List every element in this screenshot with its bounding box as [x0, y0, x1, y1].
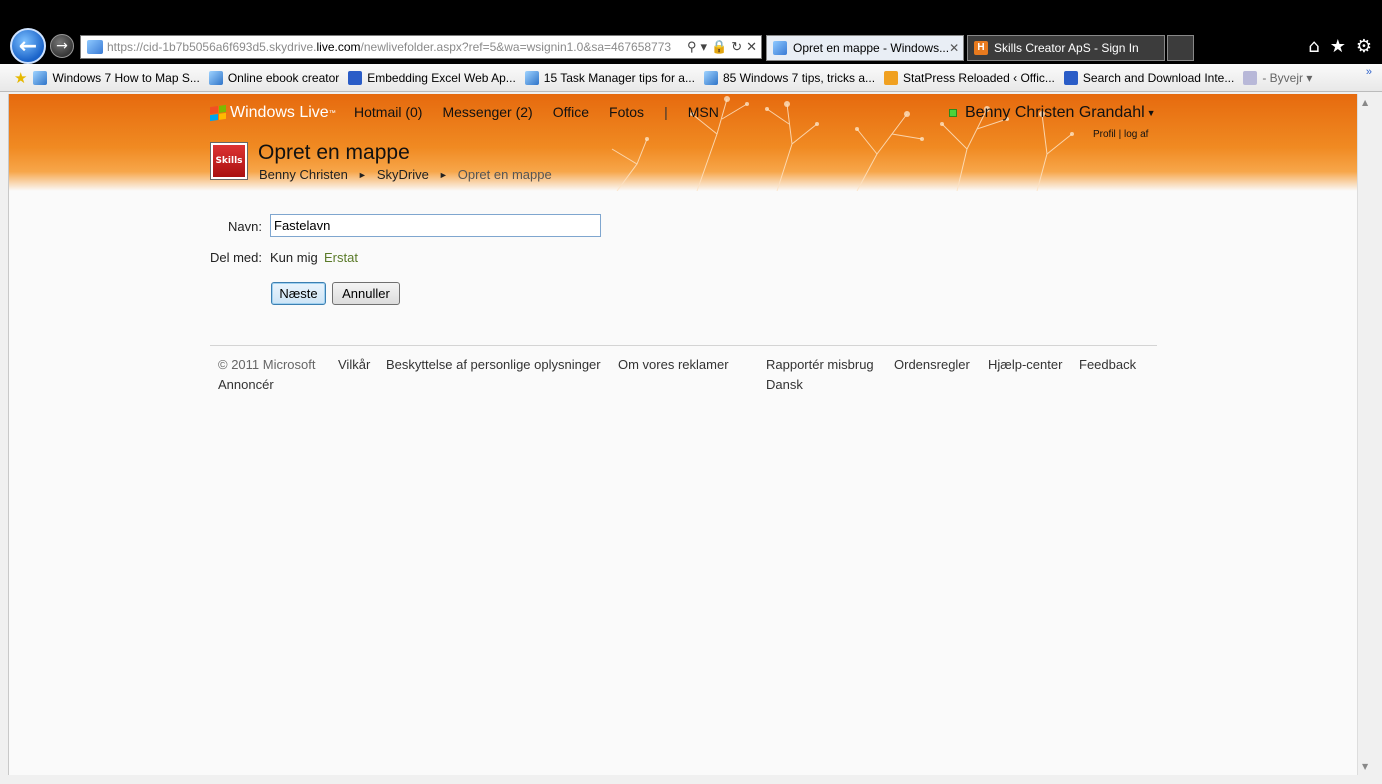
favorite-item[interactable]: Windows 7 How to Map S... — [33, 70, 200, 85]
ie-page-icon — [524, 70, 539, 85]
nav-office[interactable]: Office — [553, 104, 589, 120]
footer-link-terms[interactable]: Vilkår — [338, 357, 370, 372]
browser-titlebar: ← → https:// cid-1b7b5056a6f693d5.skydri… — [0, 0, 1382, 64]
ie-page-icon — [703, 70, 718, 85]
footer-divider — [210, 345, 1157, 346]
page-title: Opret en mappe — [258, 141, 410, 164]
favorite-item[interactable]: 85 Windows 7 tips, tricks a... — [703, 70, 875, 85]
stop-icon[interactable]: ✕ — [746, 39, 757, 55]
url-path: /newlivefolder.aspx?ref=5&wa=wsignin1.0&… — [360, 40, 672, 54]
windows-live-logo[interactable]: Windows Live ™ — [210, 104, 336, 122]
link-separator: | — [1118, 129, 1122, 140]
breadcrumb-current: Opret en mappe — [457, 167, 552, 182]
favorite-item[interactable]: - Byvejr ▾ — [1243, 70, 1313, 85]
footer-link-report-abuse[interactable]: Rapportér misbrug — [766, 357, 874, 372]
windows-live-header: Windows Live ™ Hotmail (0) Messenger (2) … — [9, 94, 1357, 191]
footer-link-help-center[interactable]: Hjælp-center — [988, 357, 1062, 372]
nav-msn[interactable]: MSN — [688, 104, 719, 120]
folder-name-input[interactable] — [270, 214, 601, 237]
search-icon[interactable]: ⚲ — [687, 39, 697, 55]
folder-thumbnail: Skills — [210, 142, 248, 180]
top-navigation: Hotmail (0) Messenger (2) Office Fotos |… — [354, 104, 719, 120]
new-tab-button[interactable] — [1167, 35, 1194, 61]
scroll-up-arrow-icon[interactable]: ▲ — [1362, 98, 1368, 107]
cancel-button[interactable]: Annuller — [332, 282, 400, 305]
profile-link[interactable]: Profil — [1093, 129, 1116, 140]
breadcrumb: Benny Christen ► SkyDrive ► Opret en map… — [259, 167, 552, 183]
favorite-item[interactable]: Online ebook creator — [208, 70, 339, 85]
breadcrumb-user[interactable]: Benny Christen — [259, 167, 348, 183]
tab-title: Skills Creator ApS - Sign In — [994, 41, 1139, 55]
address-bar[interactable]: https:// cid-1b7b5056a6f693d5.skydrive. … — [80, 35, 762, 59]
user-menu[interactable]: Benny Christen Grandahl ▼ — [949, 104, 1156, 122]
tab-title: Opret en mappe - Windows... — [793, 41, 950, 55]
site-favicon-icon — [87, 40, 103, 54]
next-button[interactable]: Næste — [271, 282, 326, 305]
refresh-icon[interactable]: ↻ — [731, 39, 742, 55]
favorite-item[interactable]: Embedding Excel Web Ap... — [348, 70, 516, 85]
nav-separator: | — [664, 104, 668, 120]
windows-flag-icon — [210, 104, 226, 122]
skills-tab-icon: H — [974, 41, 988, 55]
dropdown-arrow-icon[interactable]: ▾ — [700, 39, 707, 55]
breadcrumb-arrow-icon: ► — [438, 170, 448, 180]
share-label: Del med: — [209, 250, 262, 265]
footer-link-advertise[interactable]: Annoncér — [218, 377, 274, 392]
feather-icon — [348, 70, 363, 85]
copyright-text: © 2011 Microsoft — [218, 357, 316, 372]
ie-page-icon — [208, 70, 223, 85]
vertical-scrollbar[interactable]: ▲ ▼ — [1357, 94, 1374, 775]
url-before-host: cid-1b7b5056a6f693d5.skydrive. — [143, 40, 317, 54]
close-tab-icon[interactable]: ✕ — [949, 41, 959, 55]
nav-hotmail[interactable]: Hotmail (0) — [354, 104, 422, 120]
scroll-down-arrow-icon[interactable]: ▼ — [1362, 762, 1368, 771]
breadcrumb-skydrive[interactable]: SkyDrive — [377, 167, 429, 183]
ie-page-icon — [33, 70, 48, 85]
user-links: Profil | log af — [1093, 129, 1148, 140]
footer-link-privacy[interactable]: Beskyttelse af personlige oplysninger — [386, 357, 601, 372]
url-prefix: https:// — [107, 40, 144, 54]
user-name: Benny Christen Grandahl — [965, 104, 1145, 121]
favorite-item[interactable]: StatPress Reloaded ‹ Offic... — [884, 70, 1055, 85]
msn-icon — [1063, 70, 1078, 85]
more-favorites-chevron-icon[interactable]: » — [1366, 66, 1372, 78]
footer-link-language[interactable]: Dansk — [766, 377, 803, 392]
favorites-bar: ★ Windows 7 How to Map S... Online ebook… — [0, 64, 1382, 92]
share-change-link[interactable]: Erstat — [324, 250, 358, 265]
favorite-item[interactable]: Search and Download Inte... — [1063, 70, 1234, 85]
back-arrow-icon[interactable]: ← — [10, 28, 46, 64]
logout-link[interactable]: log af — [1124, 129, 1148, 140]
dropdown-arrow-icon: ▾ — [1306, 70, 1313, 85]
home-icon[interactable]: ⌂ — [1308, 36, 1319, 57]
nav-fotos[interactable]: Fotos — [609, 104, 644, 120]
tab-skills-creator[interactable]: H Skills Creator ApS - Sign In — [967, 35, 1165, 61]
footer-link-ads[interactable]: Om vores reklamer — [618, 357, 729, 372]
favorite-item[interactable]: 15 Task Manager tips for a... — [524, 70, 695, 85]
lock-icon[interactable]: 🔒 — [711, 39, 727, 55]
skydrive-tab-icon — [773, 41, 787, 55]
breadcrumb-arrow-icon: ► — [357, 170, 367, 180]
url-host: live.com — [316, 40, 361, 54]
footer-link-feedback[interactable]: Feedback — [1079, 357, 1136, 372]
share-value: Kun mig — [270, 250, 318, 265]
dropdown-arrow-icon: ▼ — [1146, 108, 1156, 118]
crown-icon — [1243, 70, 1258, 85]
skills-logo-thumbnail: Skills — [213, 145, 245, 177]
favorites-add-icon[interactable]: ★ — [14, 69, 27, 87]
tab-opret-en-mappe[interactable]: Opret en mappe - Windows... ✕ — [766, 35, 964, 61]
statpress-icon — [884, 70, 899, 85]
page-viewport: Windows Live ™ Hotmail (0) Messenger (2) … — [8, 94, 1374, 775]
gear-icon[interactable]: ⚙ — [1356, 36, 1372, 57]
address-tools: ⚲ ▾ 🔒 ↻ ✕ — [682, 39, 757, 55]
nav-messenger[interactable]: Messenger (2) — [442, 104, 532, 120]
favorites-star-icon[interactable]: ★ — [1330, 36, 1346, 57]
browser-tools: ⌂ ★ ⚙ — [1308, 36, 1372, 57]
forward-arrow-icon[interactable]: → — [50, 34, 74, 58]
name-label: Navn: — [228, 219, 262, 234]
footer-link-code-of-conduct[interactable]: Ordensregler — [894, 357, 970, 372]
online-status-icon — [949, 109, 957, 117]
